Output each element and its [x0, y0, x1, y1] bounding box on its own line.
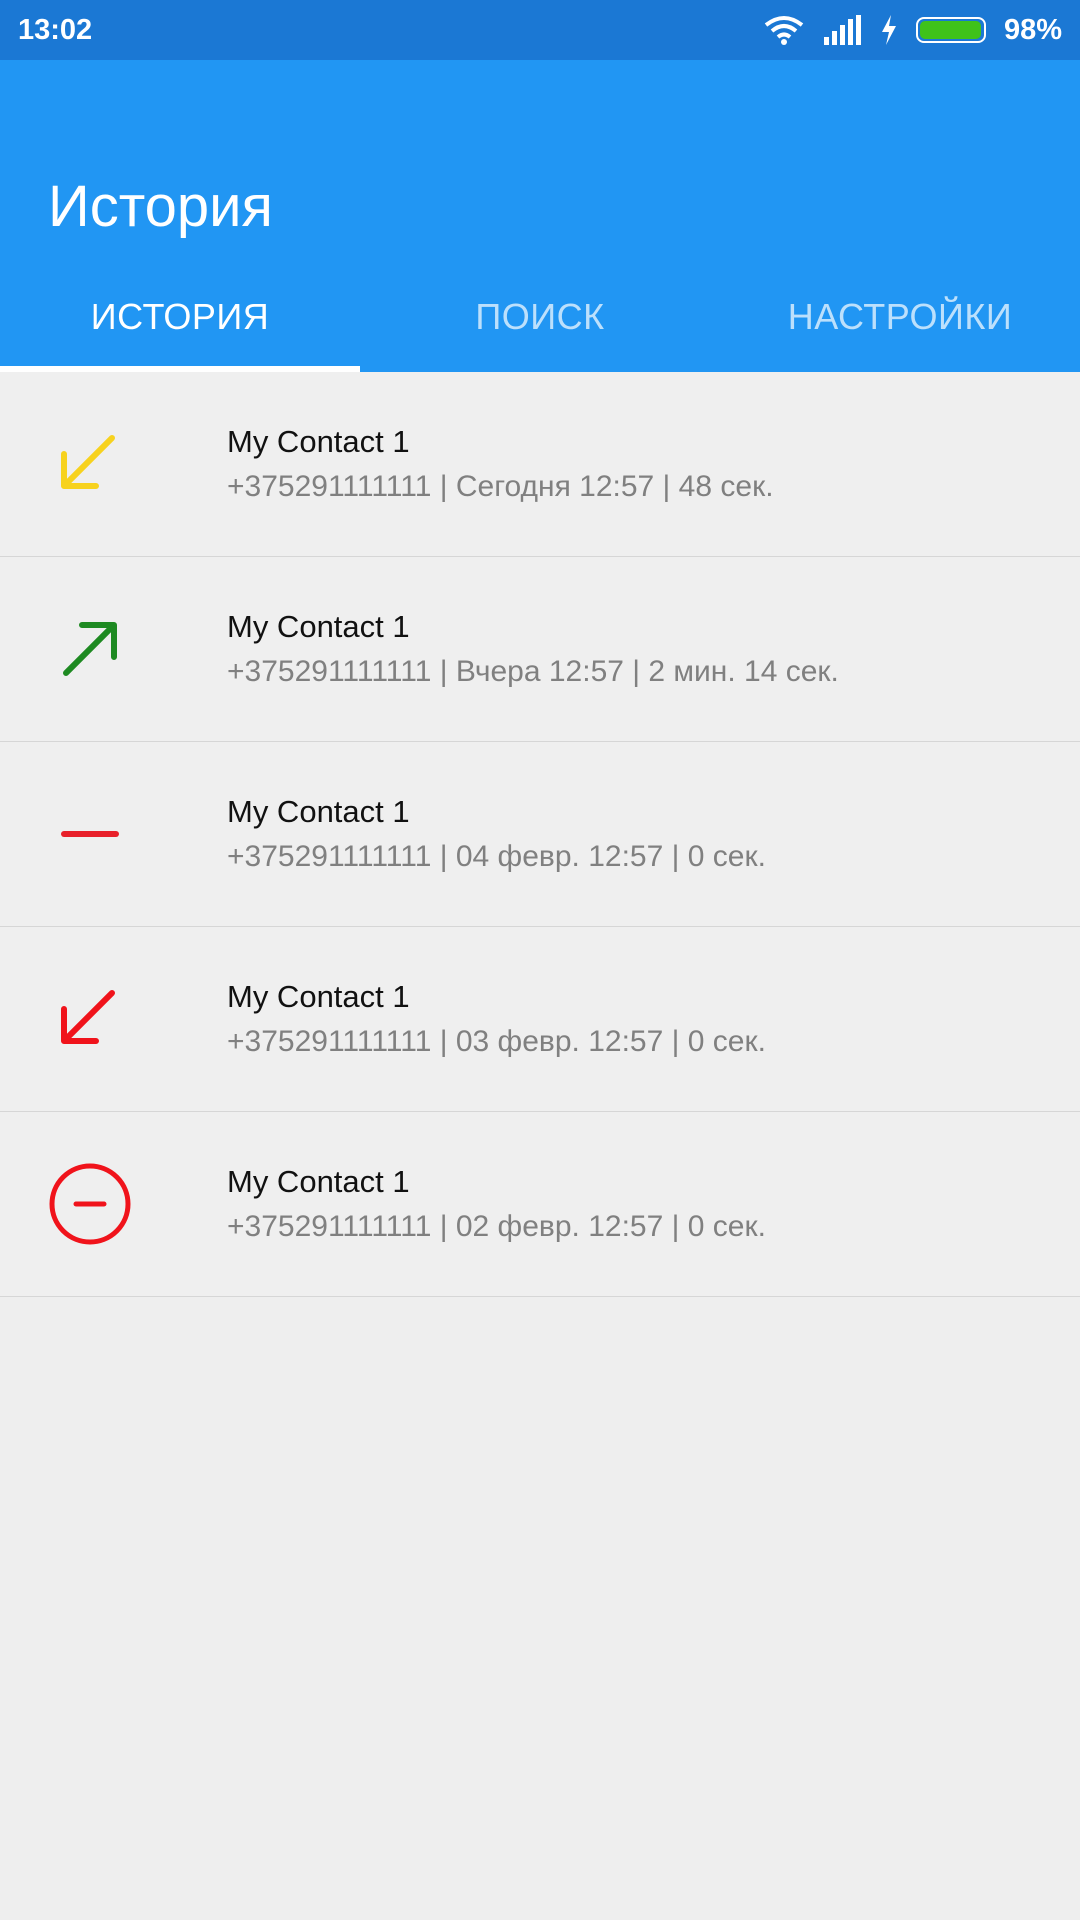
call-details: +375291111111 | Сегодня 12:57 | 48 сек. [227, 470, 774, 503]
call-details: +375291111111 | 04 февр. 12:57 | 0 сек. [227, 840, 766, 873]
incoming-call-arrow-icon [0, 416, 227, 512]
missed-call-arrow-icon [0, 971, 227, 1067]
tab-settings[interactable]: НАСТРОЙКИ [720, 262, 1080, 372]
contact-name: My Contact 1 [227, 794, 410, 829]
list-item-text: My Contact 1 +375291111111 | Вчера 12:57… [227, 609, 839, 689]
list-item[interactable]: My Contact 1 +375291111111 | 02 февр. 12… [0, 1112, 1080, 1297]
app-bar: История ИСТОРИЯ ПОИСК НАСТРОЙКИ [0, 60, 1080, 372]
status-bar: 13:02 98% [0, 0, 1080, 60]
tab-history[interactable]: ИСТОРИЯ [0, 262, 360, 372]
list-item[interactable]: My Contact 1 +375291111111 | Вчера 12:57… [0, 557, 1080, 742]
call-details: +375291111111 | Вчера 12:57 | 2 мин. 14 … [227, 655, 839, 688]
list-item-text: My Contact 1 +375291111111 | 02 февр. 12… [227, 1164, 766, 1244]
status-icons: 98% [764, 14, 1062, 47]
contact-name: My Contact 1 [227, 1164, 410, 1199]
history-list: My Contact 1 +375291111111 | Сегодня 12:… [0, 372, 1080, 1297]
list-item[interactable]: My Contact 1 +375291111111 | Сегодня 12:… [0, 372, 1080, 557]
contact-name: My Contact 1 [227, 979, 410, 1014]
call-details: +375291111111 | 02 февр. 12:57 | 0 сек. [227, 1210, 766, 1243]
tab-search[interactable]: ПОИСК [360, 262, 720, 372]
outgoing-call-arrow-icon [0, 601, 227, 697]
status-time: 13:02 [18, 13, 93, 46]
call-details: +375291111111 | 03 февр. 12:57 | 0 сек. [227, 1025, 766, 1058]
battery-percent: 98% [1003, 13, 1062, 46]
battery-level [919, 21, 981, 39]
signal-icon [823, 15, 861, 45]
tab-bar: ИСТОРИЯ ПОИСК НАСТРОЙКИ [0, 262, 1080, 372]
list-item[interactable]: My Contact 1 +375291111111 | 03 февр. 12… [0, 927, 1080, 1112]
wifi-icon [764, 16, 804, 45]
contact-name: My Contact 1 [227, 424, 410, 459]
contact-name: My Contact 1 [227, 609, 410, 644]
rejected-call-icon [0, 1156, 227, 1252]
dash-icon [0, 786, 227, 882]
page-title: История [48, 174, 273, 239]
list-item-text: My Contact 1 +375291111111 | 04 февр. 12… [227, 794, 766, 874]
battery-icon [915, 17, 986, 43]
charging-icon [881, 15, 896, 45]
list-item-text: My Contact 1 +375291111111 | 03 февр. 12… [227, 979, 766, 1059]
list-item-text: My Contact 1 +375291111111 | Сегодня 12:… [227, 424, 774, 504]
list-item[interactable]: My Contact 1 +375291111111 | 04 февр. 12… [0, 742, 1080, 927]
